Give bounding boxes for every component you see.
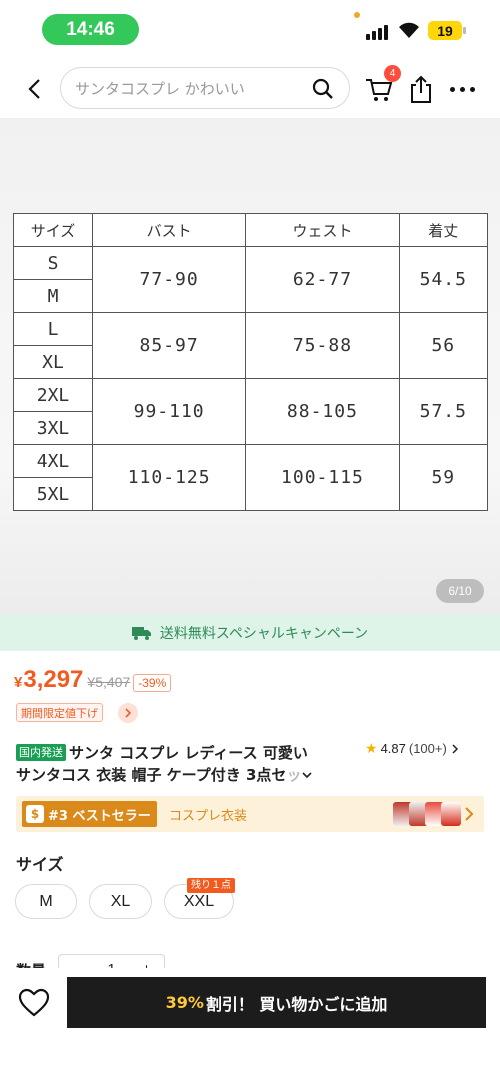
chevron-right-icon (465, 807, 474, 821)
length-cell: 54.5 (398, 246, 489, 313)
size-section-label: サイズ (16, 855, 64, 874)
gallery-page-counter: 6/10 (436, 579, 484, 603)
price-value: 3,297 (23, 666, 84, 693)
title-text-2: サンタコス 衣装 帽子 ケープ付き 3点セ (16, 766, 287, 784)
signal-icon (366, 22, 388, 40)
original-price: ¥5,407 (87, 674, 131, 690)
size-cell: L (13, 312, 93, 346)
title-line-2: サンタコス 衣装 帽子 ケープ付き 3点セッ (16, 764, 356, 786)
add-to-cart-button[interactable]: 39% 割引！ 買い物かごに追加 (67, 977, 486, 1028)
rating-count: (100+) (408, 741, 447, 756)
waist-cell: 62-77 (245, 246, 400, 313)
length-cell: 57.5 (398, 378, 489, 445)
limited-time-tag[interactable]: 期間限定値下げ (16, 703, 103, 722)
domestic-shipping-tag: 国内発送 (16, 744, 66, 761)
size-cell: 4XL (13, 444, 93, 478)
star-icon: ★ (365, 740, 378, 756)
product-thumbnails (393, 802, 461, 826)
size-chart-table: サイズ バスト ウェスト 着丈 S 77-90 62-77 54.5 M L 8… (13, 213, 489, 511)
rating-summary[interactable]: ★ 4.87 (100+) (365, 740, 460, 757)
bestseller-banner[interactable]: $ #3 ベストセラー コスプレ衣装 (16, 796, 484, 832)
size-chart-row: 2XL 99-110 88-105 57.5 (13, 378, 489, 445)
medal-icon: $ (26, 805, 44, 823)
size-cell: XL (13, 345, 93, 379)
price-row: ¥3,297 ¥5,407 -39% (14, 666, 172, 694)
wifi-icon (399, 22, 419, 38)
battery-cap (463, 27, 466, 34)
more-options-icon[interactable] (450, 84, 478, 94)
size-cell: 2XL (13, 378, 93, 412)
waist-cell: 100-115 (245, 444, 400, 511)
status-bar: 14:46 19 (0, 0, 500, 60)
search-header: 4 (0, 60, 500, 118)
product-page: 14:46 19 4 (0, 0, 500, 1080)
status-time: 14:46 (42, 14, 139, 45)
bestseller-badge: $ #3 ベストセラー (22, 801, 157, 827)
bust-cell: 85-97 (91, 312, 247, 379)
size-option-m[interactable]: M (15, 884, 77, 919)
free-shipping-banner[interactable]: 送料無料スペシャルキャンペーン (0, 615, 500, 651)
size-chart-header-row: サイズ バスト ウェスト 着丈 (13, 213, 489, 247)
size-cell: 5XL (13, 477, 93, 511)
battery-icon: 19 (428, 21, 462, 40)
heart-icon[interactable] (18, 988, 50, 1018)
chevron-right-icon[interactable] (118, 703, 138, 723)
size-chart-header: ウェスト (245, 213, 400, 247)
discount-badge: -39% (133, 674, 172, 692)
bust-cell: 77-90 (91, 246, 247, 313)
thumbnail-image (441, 802, 461, 826)
bestseller-category: コスプレ衣装 (169, 809, 248, 824)
search-box[interactable] (60, 67, 350, 109)
size-chart-header: 着丈 (398, 213, 489, 247)
size-cell: S (13, 246, 93, 280)
bust-cell: 110-125 (91, 444, 247, 511)
title-text-1: サンタ コスプレ レディース 可愛い (69, 744, 308, 762)
size-chart-row: 4XL 110-125 100-115 59 (13, 444, 489, 511)
waist-cell: 88-105 (245, 378, 400, 445)
chevron-right-icon (452, 743, 458, 754)
title-line-1: 国内発送 サンタ コスプレ レディース 可愛い (16, 742, 356, 764)
currency-symbol: ¥ (14, 674, 23, 691)
search-icon[interactable] (311, 77, 335, 101)
size-chart-header: バスト (91, 213, 247, 247)
truck-icon (131, 627, 151, 640)
expand-chevron-icon[interactable] (301, 770, 313, 780)
size-cell: 3XL (13, 411, 93, 445)
size-chart-header: サイズ (13, 213, 93, 247)
length-cell: 56 (398, 312, 489, 379)
back-arrow-icon[interactable] (20, 74, 48, 104)
location-indicator-icon (354, 12, 360, 18)
bestseller-rank: #3 ベストセラー (48, 808, 151, 824)
cart-button-discount: 39% (165, 993, 204, 1012)
size-chart-row: L 85-97 75-88 56 (13, 312, 489, 379)
bottom-action-bar: 39% 割引！ 買い物かごに追加 (0, 968, 500, 1080)
bust-cell: 99-110 (91, 378, 247, 445)
low-stock-badge: 残り１点 (187, 878, 235, 893)
rating-score: 4.87 (380, 741, 406, 756)
product-title[interactable]: 国内発送 サンタ コスプレ レディース 可愛い サンタコス 衣装 帽子 ケープ付き… (16, 742, 356, 786)
waist-cell: 75-88 (245, 312, 400, 379)
size-chart-row: S 77-90 62-77 54.5 (13, 246, 489, 313)
product-image-gallery[interactable]: サイズ バスト ウェスト 着丈 S 77-90 62-77 54.5 M L 8… (0, 118, 500, 615)
share-icon[interactable] (408, 74, 434, 104)
current-price: ¥3,297 (14, 666, 83, 694)
size-option-xl[interactable]: XL (89, 884, 152, 919)
title-truncated: ッ (286, 766, 302, 784)
shipping-banner-text: 送料無料スペシャルキャンペーン (159, 626, 369, 642)
cart-badge: 4 (384, 65, 401, 82)
length-cell: 59 (398, 444, 489, 511)
search-input[interactable] (75, 76, 305, 102)
cart-button-label: 割引！ 買い物かごに追加 (205, 994, 388, 1014)
size-cell: M (13, 279, 93, 313)
